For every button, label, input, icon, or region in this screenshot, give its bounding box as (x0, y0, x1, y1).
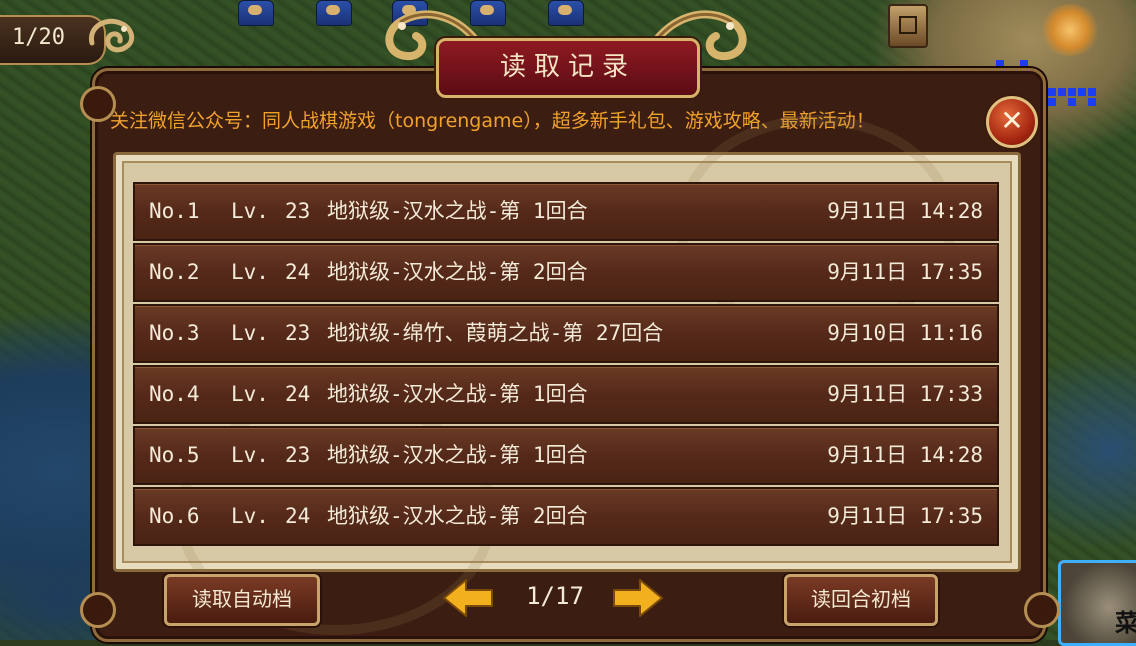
level-value: 23 (285, 321, 311, 345)
minimap-marker (996, 60, 1004, 68)
slot-number: No.1 (149, 199, 200, 223)
level-value: 24 (285, 382, 311, 406)
minimap-marker (1058, 88, 1066, 96)
level-value: 24 (285, 260, 311, 284)
dialog-title: 读取记录 (499, 52, 636, 82)
save-date: 9月11日 14:28 (827, 443, 983, 467)
dialog-title-plaque: 读取记录 (436, 38, 700, 98)
minimap-marker (1068, 88, 1076, 96)
load-auto-save-button[interactable]: 读取自动档 (164, 574, 320, 626)
slot-number: No.5 (149, 443, 200, 467)
save-counter-text: 1/20 (12, 25, 65, 50)
stage-text: 地狱级-绵竹、葭萌之战-第 27回合 (327, 321, 664, 345)
save-date: 9月10日 11:16 (827, 321, 983, 345)
save-date: 9月11日 14:28 (827, 199, 983, 223)
stage-text: 地狱级-汉水之战-第 2回合 (327, 504, 588, 528)
stage-text: 地狱级-汉水之战-第 1回合 (327, 443, 588, 467)
minimap-marker (1088, 88, 1096, 96)
arrow-left-icon[interactable] (442, 578, 494, 618)
level-label: Lv. (231, 260, 269, 284)
page-indicator: 1/17 (526, 582, 584, 610)
save-slot-row[interactable]: No.2 Lv. 24 地狱级-汉水之战-第 2回合 9月11日 17:35 (133, 243, 999, 302)
minimap-marker (1048, 88, 1056, 96)
minimap-marker (1078, 88, 1086, 96)
slot-number: No.4 (149, 382, 200, 406)
dragon-ornament-icon (88, 18, 135, 53)
level-value: 23 (285, 443, 311, 467)
stage-text: 地狱级-汉水之战-第 1回合 (327, 199, 588, 223)
save-date: 9月11日 17:35 (827, 504, 983, 528)
save-slot-row[interactable]: No.3 Lv. 23 地狱级-绵竹、葭萌之战-第 27回合 9月10日 11:… (133, 304, 999, 363)
menu-button[interactable]: 菜 (1058, 560, 1136, 646)
minimap-marker (1088, 98, 1096, 106)
slot-number: No.6 (149, 504, 200, 528)
sun-emblem-icon (1040, 4, 1100, 56)
level-label: Lv. (231, 382, 269, 406)
level-label: Lv. (231, 504, 269, 528)
minimap-marker (1068, 98, 1076, 106)
minimap-marker (1020, 60, 1028, 68)
close-button[interactable]: ✕ (986, 96, 1038, 148)
frame-ornament (80, 592, 116, 628)
slot-number: No.3 (149, 321, 200, 345)
save-slot-row[interactable]: No.5 Lv. 23 地狱级-汉水之战-第 1回合 9月11日 14:28 (133, 426, 999, 485)
arrow-right-icon[interactable] (612, 578, 664, 618)
save-slot-row[interactable]: No.6 Lv. 24 地狱级-汉水之战-第 2回合 9月11日 17:35 (133, 487, 999, 546)
save-date: 9月11日 17:35 (827, 260, 983, 284)
level-label: Lv. (231, 443, 269, 467)
frame-ornament (1024, 592, 1060, 628)
unit-sprite (548, 0, 584, 26)
save-date: 9月11日 17:33 (827, 382, 983, 406)
save-slot-row[interactable]: No.1 Lv. 23 地狱级-汉水之战-第 1回合 9月11日 14:28 (133, 182, 999, 241)
unit-sprite (238, 0, 274, 26)
slot-number: No.2 (149, 260, 200, 284)
stage-text: 地狱级-汉水之战-第 2回合 (327, 260, 588, 284)
level-value: 23 (285, 199, 311, 223)
menu-label: 菜 (1115, 609, 1136, 637)
close-icon: ✕ (1000, 104, 1024, 137)
level-label: Lv. (231, 199, 269, 223)
minimap-marker (1048, 98, 1056, 106)
save-slot-row[interactable]: No.4 Lv. 24 地狱级-汉水之战-第 1回合 9月11日 17:33 (133, 365, 999, 424)
level-label: Lv. (231, 321, 269, 345)
unit-sprite (316, 0, 352, 26)
map-icon[interactable] (888, 4, 928, 48)
level-value: 24 (285, 504, 311, 528)
load-turn-start-save-button[interactable]: 读回合初档 (784, 574, 938, 626)
stage-text: 地狱级-汉水之战-第 1回合 (327, 382, 588, 406)
